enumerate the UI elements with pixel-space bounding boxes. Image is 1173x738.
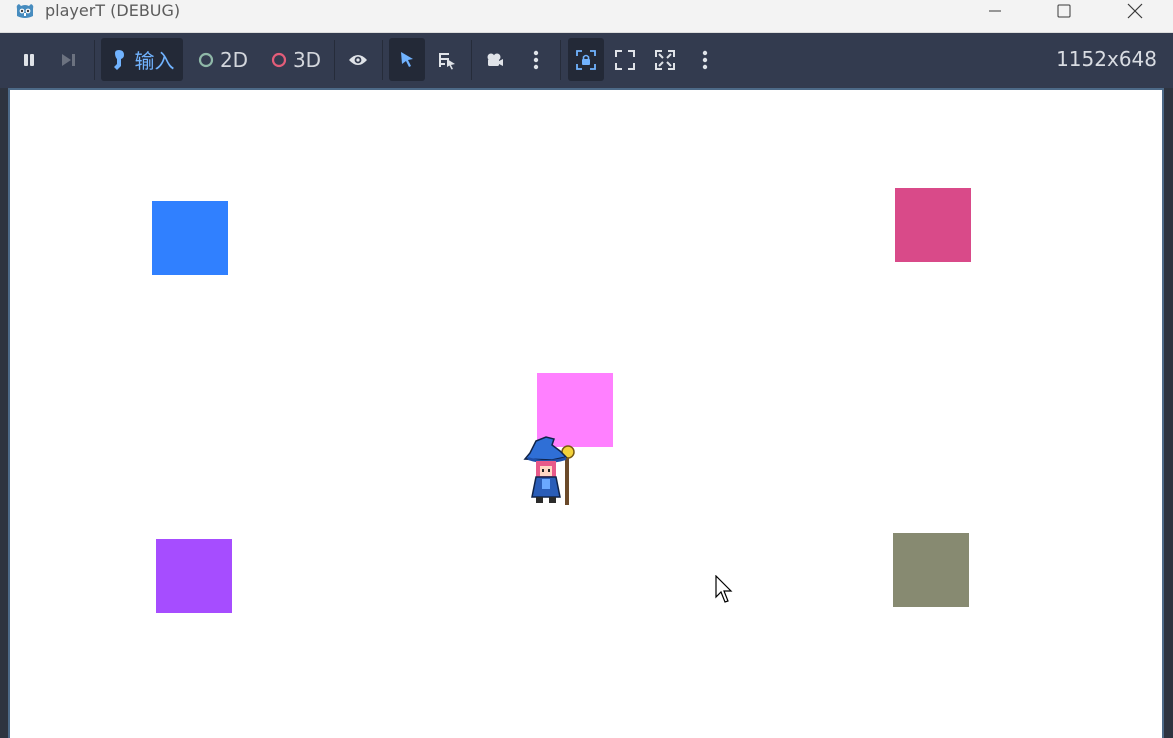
select-mode-button[interactable] <box>389 38 425 81</box>
list-pointer-icon <box>439 52 455 69</box>
camera-icon <box>487 53 503 66</box>
game-window: playerT (DEBUG) 输入 2D 3D 1152x648 <box>0 0 1173 738</box>
pause-icon <box>24 53 34 66</box>
mode-2d-label: 2D <box>219 47 249 72</box>
olive-square <box>893 533 969 607</box>
toolbar-divider <box>94 40 95 80</box>
purple-square <box>156 539 232 613</box>
kebab-menu-icon <box>533 50 539 69</box>
godot-icon <box>14 1 36 21</box>
close-icon <box>1127 3 1143 19</box>
next-frame-button[interactable] <box>54 38 84 81</box>
ring-2d-icon <box>198 52 214 67</box>
maximize-button[interactable] <box>1041 0 1087 22</box>
camera-options-button[interactable] <box>522 38 550 81</box>
toolbar-divider <box>471 40 472 80</box>
game-viewport[interactable] <box>8 88 1164 738</box>
ring-3d-icon <box>271 52 287 67</box>
blue-square <box>152 201 228 275</box>
view-options-button[interactable] <box>692 38 718 81</box>
minimize-icon <box>989 10 1001 12</box>
pause-button[interactable] <box>14 38 44 81</box>
toolbar-divider <box>334 40 335 80</box>
embed-lock-icon <box>576 49 596 70</box>
resolution-label: 1152x648 <box>1056 47 1157 71</box>
toolbar-divider <box>560 40 561 80</box>
input-label: 输入 <box>134 49 175 73</box>
mode-2d-button[interactable]: 2D <box>192 38 254 81</box>
toolbar-divider <box>382 40 383 80</box>
next-frame-icon <box>62 53 75 66</box>
mouse-cursor-icon <box>715 575 733 603</box>
fit-view-icon <box>655 49 675 70</box>
pointer-icon <box>401 51 413 67</box>
fullscreen-button[interactable] <box>610 38 640 81</box>
maximize-icon <box>1057 4 1071 18</box>
pink-square <box>895 188 971 262</box>
fit-view-button[interactable] <box>650 38 680 81</box>
minimize-button[interactable] <box>972 0 1018 22</box>
title-bar: playerT (DEBUG) <box>0 0 1173 33</box>
fullscreen-icon <box>615 49 635 70</box>
mode-3d-button[interactable]: 3D <box>265 38 327 81</box>
close-button[interactable] <box>1112 0 1158 22</box>
eye-icon <box>349 54 367 65</box>
mode-3d-label: 3D <box>292 47 322 72</box>
embed-lock-button[interactable] <box>568 38 604 81</box>
list-select-button[interactable] <box>430 38 464 81</box>
input-toggle-button[interactable]: 输入 <box>101 38 183 81</box>
joystick-icon <box>113 49 124 70</box>
window-title: playerT (DEBUG) <box>45 1 181 20</box>
camera-button[interactable] <box>478 38 512 81</box>
kebab-menu-icon <box>702 50 708 69</box>
wizard-sprite <box>523 436 575 505</box>
visibility-button[interactable] <box>342 38 374 81</box>
debug-toolbar: 输入 2D 3D 1152x648 <box>0 33 1173 88</box>
